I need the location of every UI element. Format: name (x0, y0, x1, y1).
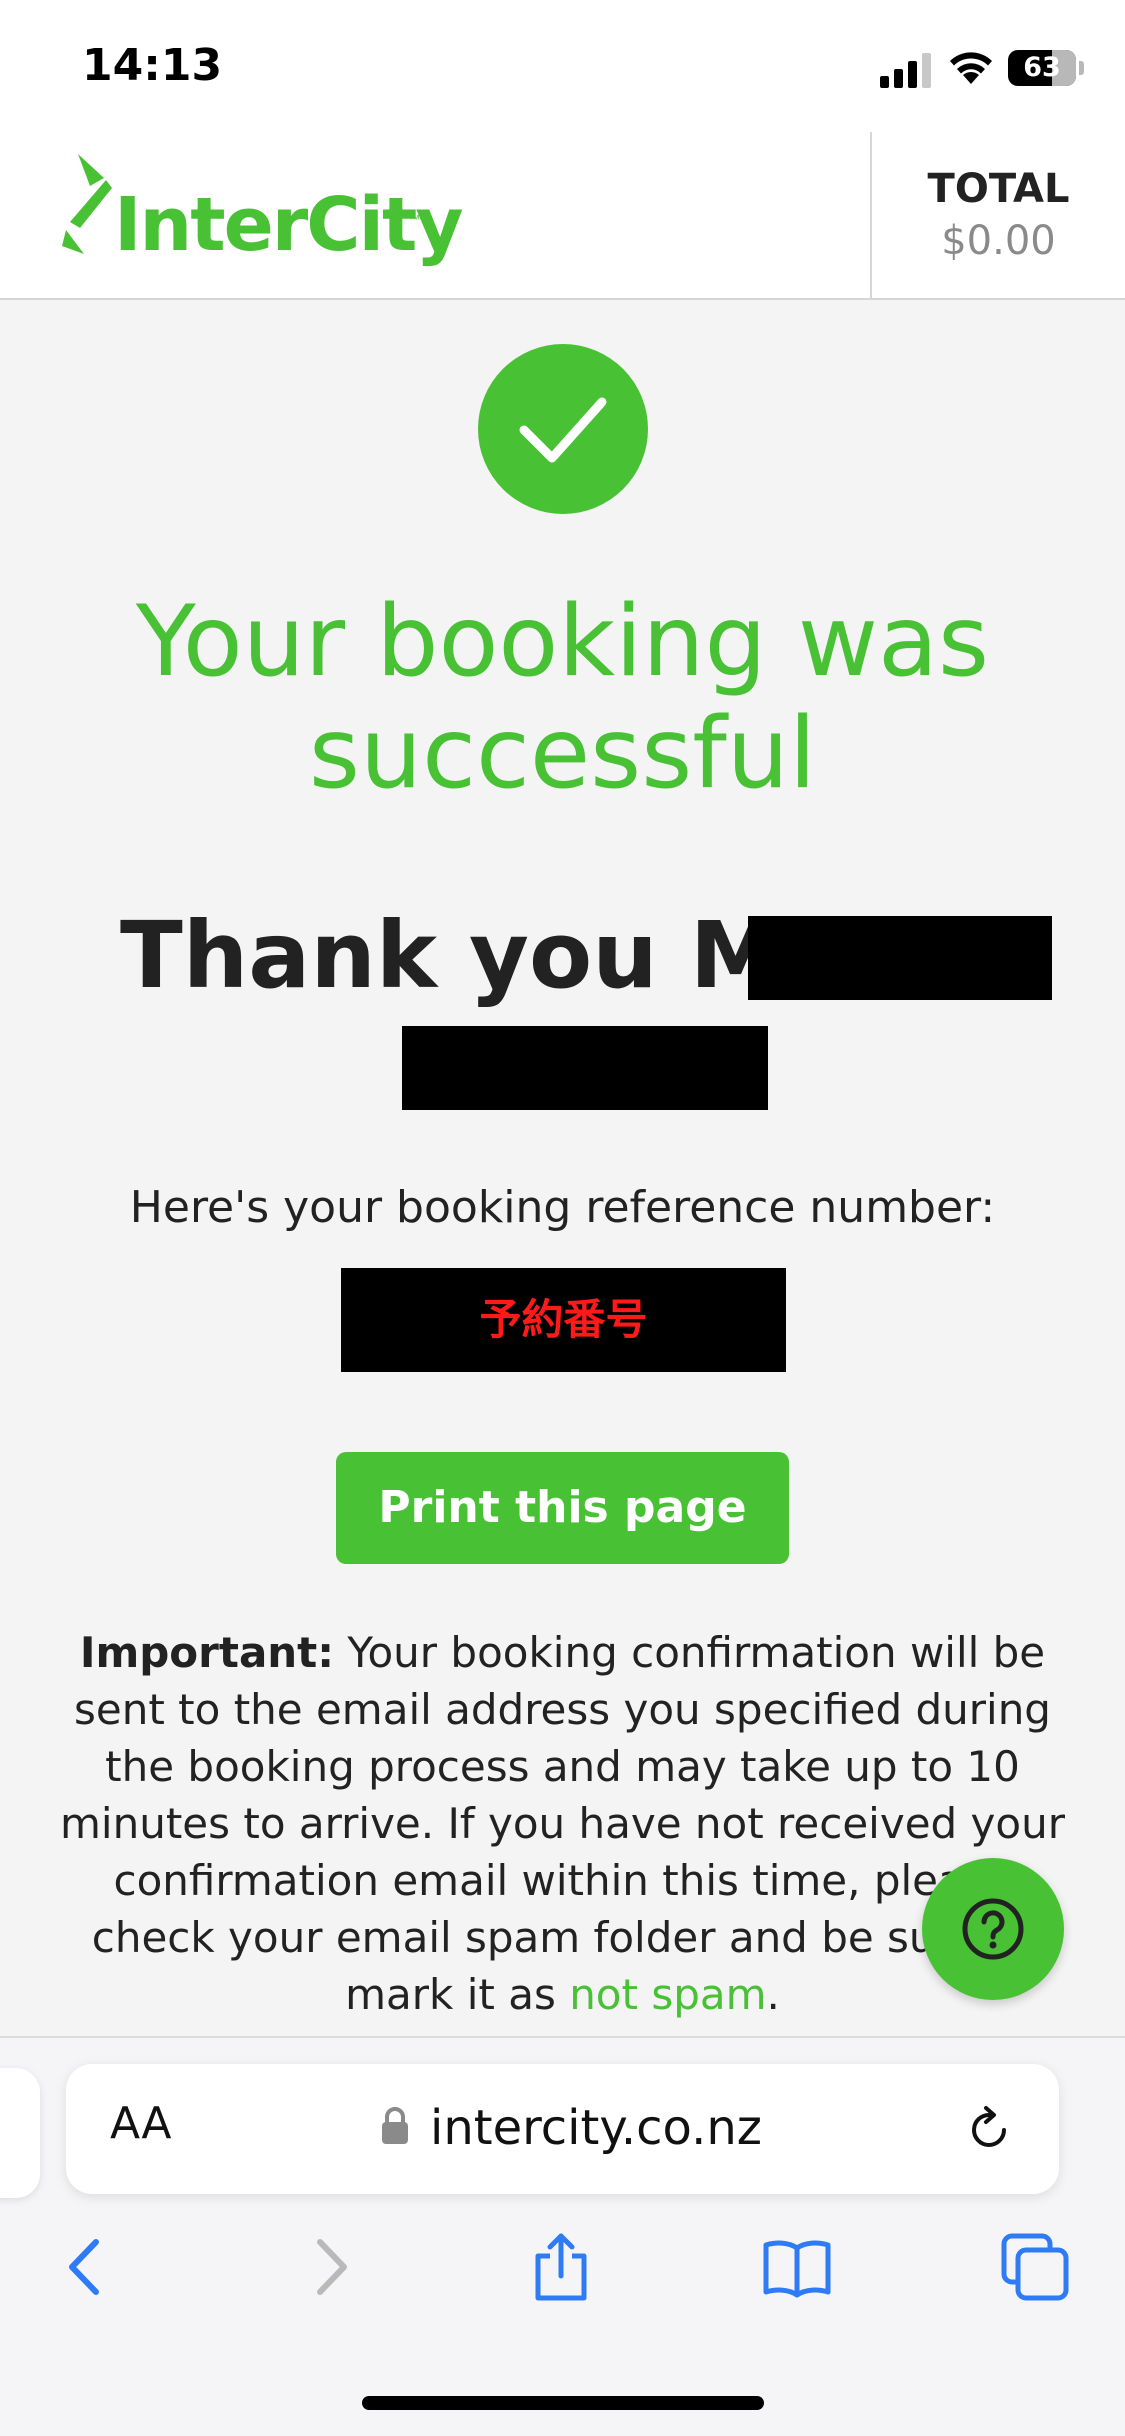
total-value: $0.00 (941, 218, 1056, 264)
back-icon[interactable] (52, 2232, 122, 2302)
success-title: Your booking was successful (135, 585, 990, 811)
battery-icon: 63 (1008, 50, 1076, 86)
logo-mark-icon (62, 154, 112, 254)
cart-total[interactable]: TOTAL $0.00 (872, 132, 1125, 300)
help-button[interactable] (922, 1858, 1064, 2000)
notice-lead: Important: (79, 1628, 335, 1677)
booking-reference: 予約番号 (341, 1268, 786, 1372)
success-check-icon (478, 344, 648, 514)
not-spam-link[interactable]: not spam (569, 1970, 766, 2019)
intercity-logo[interactable]: InterCity ™ (60, 152, 464, 272)
forward-icon[interactable] (294, 2232, 364, 2302)
lock-icon (382, 2107, 408, 2144)
address-bar[interactable]: AA intercity.co.nz (66, 2064, 1059, 2194)
url-text: intercity.co.nz (430, 2100, 762, 2156)
notice-body: Your booking confirmation will be sent t… (60, 1628, 1065, 2019)
notice-tail: . (766, 1970, 780, 2019)
home-indicator[interactable] (362, 2396, 764, 2410)
browser-toolbar: AA intercity.co.nz (0, 2036, 1125, 2436)
logo-trademark: ™ (408, 212, 420, 226)
battery-level: 63 (1023, 52, 1061, 83)
tabs-icon[interactable] (1000, 2232, 1070, 2302)
wifi-icon (950, 52, 992, 84)
cellular-signal-icon (880, 53, 931, 88)
thank-you-heading: Thank you Mr (120, 902, 827, 1009)
important-notice: Important: Your booking confirmation wil… (56, 1624, 1069, 2023)
site-header: InterCity ™ TOTAL $0.00 (0, 132, 1125, 300)
reload-icon[interactable] (964, 2104, 1014, 2154)
status-bar: 14:13 63 (0, 0, 1125, 132)
reference-label: Here's your booking reference number: (129, 1182, 996, 1233)
redacted-name-block (748, 916, 1052, 1000)
question-circle-icon (962, 1898, 1024, 1960)
previous-tab-preview[interactable] (0, 2068, 40, 2198)
share-icon[interactable] (526, 2232, 596, 2302)
text-size-button[interactable]: AA (110, 2098, 171, 2149)
print-page-button[interactable]: Print this page (336, 1452, 789, 1564)
total-label: TOTAL (927, 166, 1070, 212)
text-size-label: AA (110, 2098, 172, 2149)
redacted-name-block (402, 1026, 768, 1110)
bookmarks-icon[interactable] (762, 2232, 832, 2302)
status-time: 14:13 (82, 40, 223, 91)
